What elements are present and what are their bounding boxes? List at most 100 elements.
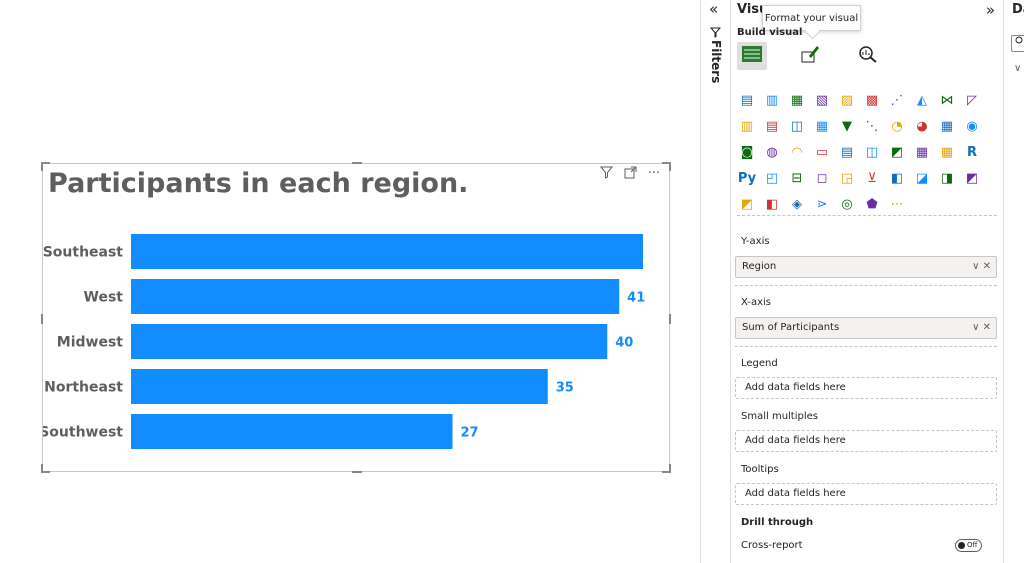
visual-type-icon[interactable]: ◙ (737, 142, 757, 162)
visual-type-icon[interactable]: ◨ (937, 168, 957, 188)
bar[interactable] (131, 234, 643, 269)
bar[interactable] (131, 279, 620, 314)
visual-type-icon[interactable]: ⊻ (862, 168, 882, 188)
bar[interactable] (131, 369, 548, 404)
visual-type-icon[interactable]: ▥ (737, 116, 757, 136)
visual-type-icon[interactable]: ⋯ (887, 194, 907, 214)
visual-type-icon[interactable]: ▤ (837, 142, 857, 162)
well-divider (735, 346, 997, 347)
remove-field-icon[interactable]: ✕ (983, 322, 991, 333)
visual-type-icon[interactable]: ◔ (887, 116, 907, 136)
visual-type-icon[interactable]: ◎ (837, 194, 857, 214)
visual-type-icon[interactable]: ◻ (812, 168, 832, 188)
visual-type-icon[interactable]: ▨ (837, 90, 857, 110)
filter-icon[interactable] (599, 166, 613, 183)
chevron-down-icon[interactable]: ∨ (972, 261, 979, 272)
x-axis-field-name: Sum of Participants (742, 322, 840, 333)
small-multiples-drop-zone[interactable]: Add data fields here (735, 430, 997, 452)
data-label: 27 (460, 426, 478, 441)
visual-type-icon[interactable]: ⋈ (937, 90, 957, 110)
visual-type-icon[interactable]: ◕ (912, 116, 932, 136)
bar[interactable] (131, 324, 608, 359)
focus-mode-icon[interactable] (623, 166, 637, 183)
expand-pane-icon[interactable]: » (986, 1, 995, 19)
build-visual-tab[interactable] (737, 42, 767, 70)
visual-type-icon[interactable]: ▦ (937, 142, 957, 162)
format-visual-tab[interactable] (795, 42, 825, 70)
category-label: West (84, 290, 124, 306)
chevron-down-icon[interactable]: ∨ (972, 322, 979, 333)
visual-type-icon[interactable]: ◧ (762, 194, 782, 214)
toggle-knob (958, 542, 965, 549)
visual-type-icon[interactable]: ◸ (962, 90, 982, 110)
y-axis-field[interactable]: Region ∨ ✕ (735, 256, 997, 278)
visual-type-icon[interactable]: ▧ (812, 90, 832, 110)
report-canvas: Southeast West 41 Midwest 40 Northeast 35 South… (0, 0, 700, 563)
visual-type-icon[interactable]: ◫ (787, 116, 807, 136)
visual-type-icon[interactable]: ◍ (762, 142, 782, 162)
category-label: Midwest (57, 335, 124, 351)
more-options-icon[interactable]: ··· (647, 166, 661, 183)
visual-type-icon[interactable]: Py (737, 168, 757, 188)
visual-type-icon[interactable]: ▭ (812, 142, 832, 162)
visual-type-icon[interactable]: ◈ (787, 194, 807, 214)
visual-type-icon[interactable]: ◭ (912, 90, 932, 110)
visual-type-icon[interactable]: ◩ (887, 142, 907, 162)
visual-type-icon[interactable]: ◫ (862, 142, 882, 162)
visual-type-icon[interactable]: ◉ (962, 116, 982, 136)
y-axis-field-name: Region (742, 261, 777, 272)
visual-type-icon[interactable]: ▥ (762, 90, 782, 110)
remove-field-icon[interactable]: ✕ (983, 261, 991, 272)
visual-type-icon[interactable]: ▼ (837, 116, 857, 136)
visual-type-icon[interactable]: ◰ (762, 168, 782, 188)
visual-type-icon[interactable]: ◧ (887, 168, 907, 188)
legend-label: Legend (741, 358, 778, 369)
visual-type-icon[interactable]: ▩ (862, 90, 882, 110)
y-axis-label: Y-axis (741, 236, 770, 247)
visual-title: Participants in each region. (48, 168, 469, 199)
chevron-down-icon[interactable]: ∨ (1014, 63, 1021, 74)
bar[interactable] (131, 414, 453, 449)
well-divider (735, 285, 997, 286)
visual-type-icon[interactable]: ▤ (762, 116, 782, 136)
visual-type-icon[interactable]: ▤ (737, 90, 757, 110)
x-axis-field[interactable]: Sum of Participants ∨ ✕ (735, 317, 997, 339)
visualizations-pane: Visu » Format your visual Build visual ▤… (730, 0, 1003, 563)
visual-type-icon[interactable]: ⊟ (787, 168, 807, 188)
visual-type-icon[interactable]: ◪ (912, 168, 932, 188)
visual-type-icon[interactable]: ◠ (787, 142, 807, 162)
toggle-state: Off (967, 541, 978, 549)
filters-pane-collapsed[interactable]: « Filters (700, 0, 730, 563)
filters-label: Filters (709, 40, 723, 84)
category-label: Northeast (44, 380, 123, 396)
legend-drop-zone[interactable]: Add data fields here (735, 377, 997, 399)
build-visual-label: Build visual (737, 27, 803, 38)
data-pane: Da ∨ (1003, 0, 1024, 563)
visual-type-icon[interactable]: ◩ (962, 168, 982, 188)
analytics-tab[interactable] (853, 42, 883, 70)
visual-type-icon[interactable]: ⋰ (887, 90, 907, 110)
visual-type-icon[interactable]: ▦ (787, 90, 807, 110)
bar-chart: Southeast West 41 Midwest 40 Northeast 35 South… (43, 234, 645, 449)
cross-report-toggle[interactable]: Off (955, 539, 982, 552)
visual-type-icon[interactable]: ▦ (912, 142, 932, 162)
bar-chart-visual[interactable]: Southeast West 41 Midwest 40 Northeast 35 South… (41, 162, 671, 473)
drill-through-label: Drill through (741, 517, 814, 528)
data-label: 41 (627, 291, 645, 306)
visual-type-icon[interactable]: R (962, 142, 982, 162)
tooltips-drop-zone[interactable]: Add data fields here (735, 483, 997, 505)
analytics-icon (857, 44, 879, 68)
data-search-input[interactable] (1011, 35, 1024, 52)
build-visual-icon (741, 44, 763, 68)
visual-header: ··· (599, 166, 661, 183)
x-axis-label: X-axis (741, 297, 771, 308)
visual-type-icon[interactable]: ⋗ (812, 194, 832, 214)
collapse-filters-icon[interactable]: « (709, 0, 718, 18)
data-label: 35 (556, 381, 574, 396)
visual-type-icon[interactable]: ▦ (937, 116, 957, 136)
visual-type-icon[interactable]: ⬟ (862, 194, 882, 214)
visual-type-icon[interactable]: ◲ (837, 168, 857, 188)
visual-type-icon[interactable]: ◩ (737, 194, 757, 214)
visual-type-icon[interactable]: ⋱ (862, 116, 882, 136)
visual-type-icon[interactable]: ▦ (812, 116, 832, 136)
